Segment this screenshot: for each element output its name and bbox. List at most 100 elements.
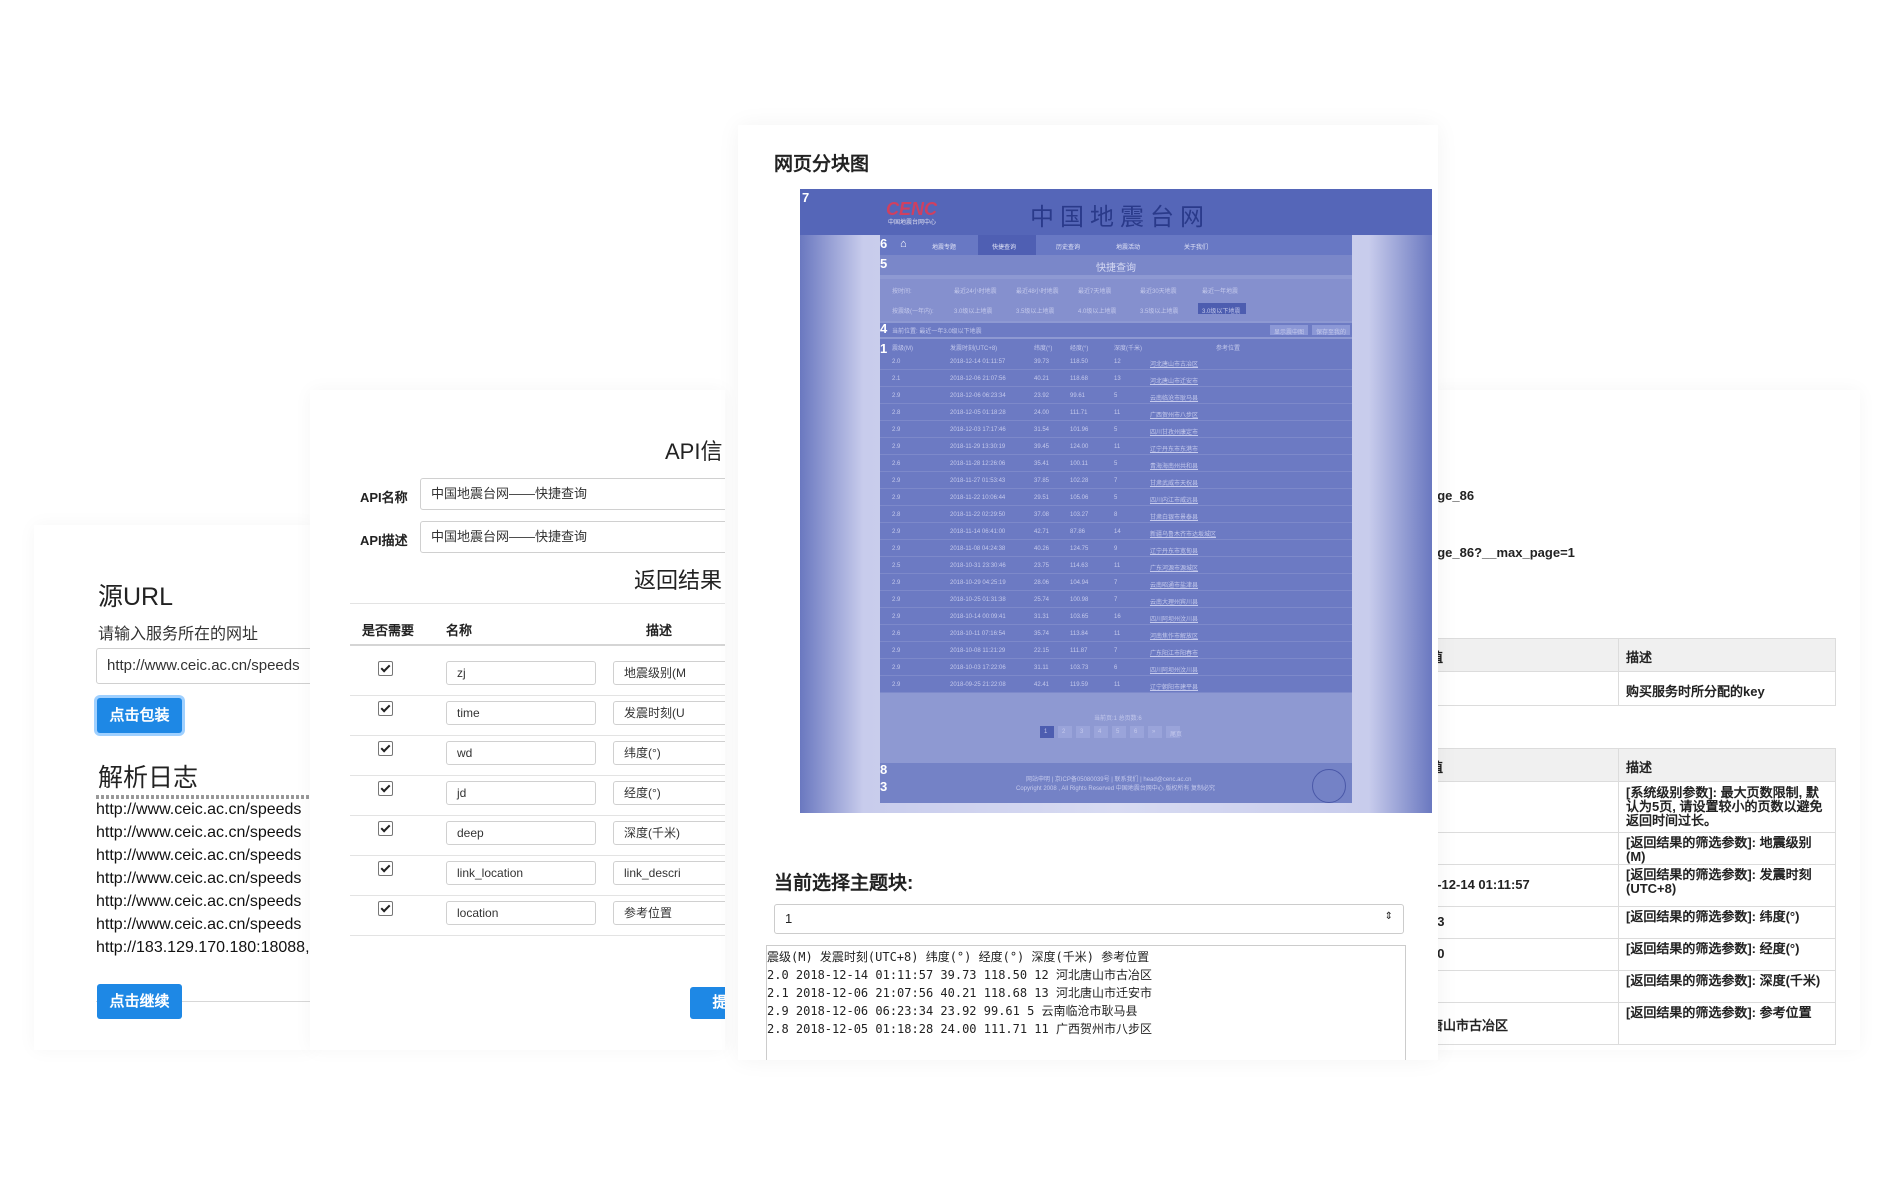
url-input[interactable]: http://www.ceic.ac.cn/speeds [96,648,314,684]
table-header-cell: 震级(M) [892,346,913,352]
table-row-divider [880,420,1352,421]
filter-link-mag[interactable]: 3.5级以上地震 [1016,306,1054,315]
filter-link-time[interactable]: 最近一年地震 [1202,286,1238,295]
nav-item[interactable]: 快捷查询 [992,242,1016,251]
field-desc-input[interactable]: 纬度(°) [613,741,725,765]
location-link[interactable]: 甘肃武威市天祝县 [1150,478,1198,487]
filter-link-mag[interactable]: 3.0级以下地震 [1202,306,1240,315]
location-link[interactable]: 四川内江市威远县 [1150,495,1198,504]
field-name-input[interactable]: link_location [446,861,596,885]
location-link[interactable]: 甘肃白银市景泰县 [1150,512,1198,521]
table-cell: 7 [1114,478,1118,484]
location-link[interactable]: 河北唐山市迁安市 [1150,376,1198,385]
field-name-input[interactable]: jd [446,781,596,805]
table-row-divider [880,692,1352,693]
filter-link-time[interactable]: 最近24小时地震 [954,286,997,295]
location-link[interactable]: 河南焦作市解放区 [1150,631,1198,640]
location-link[interactable]: 云南昭通市盐津县 [1150,580,1198,589]
nav-item[interactable]: 历史查询 [1056,242,1080,251]
divider [350,855,725,856]
location-link[interactable]: 辽宁丹东市宽甸县 [1150,546,1198,555]
location-link[interactable]: 云南临沧市耿马县 [1150,393,1198,402]
key-desc: 购买服务时所分配的key [1626,684,1765,699]
row-divider [1430,1002,1835,1003]
location-link[interactable]: 广东河源市源城区 [1150,563,1198,572]
continue-button[interactable]: 点击继续 [97,984,182,1019]
table-row-divider [880,624,1352,625]
table-cell: 2.9 [892,529,901,535]
location-link[interactable]: 四川阿坝州汶川县 [1150,665,1198,674]
block-select[interactable]: 1 ⇕ [774,904,1404,934]
output-textarea[interactable]: 震级(M) 发震时刻(UTC+8) 纬度(°) 经度(°) 深度(千米) 参考位… [766,945,1406,1060]
table-cell: 7 [1114,597,1118,603]
row-divider [1430,970,1835,971]
field-desc-input[interactable]: 地震级别(M [613,661,725,685]
location-link[interactable]: 辽宁丹东市东港市 [1150,444,1198,453]
location-link[interactable]: 四川阿坝州汶川县 [1150,614,1198,623]
submit-button[interactable]: 提 [690,987,725,1019]
api-info-panel: API信 API名称 中国地震台网——快捷查询 API描述 中国地震台网——快捷… [310,390,725,1050]
log-line: http://183.129.170.180:18088, [96,939,310,956]
table-cell: 124.00 [1070,444,1089,450]
need-checkbox[interactable] [378,901,393,916]
table-header-cell: 经度(°) [1070,346,1089,352]
table-cell: 39.73 [1034,359,1050,365]
wrap-button[interactable]: 点击包装 [97,698,182,733]
table-cell: 6 [1114,665,1118,671]
home-icon[interactable]: ⌂ [900,238,907,250]
need-checkbox[interactable] [378,861,393,876]
need-checkbox[interactable] [378,701,393,716]
filter-link-time[interactable]: 最近30天地震 [1140,286,1177,295]
location-link[interactable]: 四川甘孜州康定市 [1150,427,1198,436]
filter-link-mag[interactable]: 4.0级以上地震 [1078,306,1116,315]
field-desc-input[interactable]: link_descri [613,861,725,885]
location-link[interactable]: 广西贺州市八步区 [1150,410,1198,419]
filter-link-mag[interactable]: 3.5级以上地震 [1140,306,1178,315]
nav-item[interactable]: 地震活动 [1116,242,1140,251]
location-link[interactable]: 辽宁朝阳市建平县 [1150,682,1198,691]
table-row-divider [880,437,1352,438]
table-cell: 13 [1114,376,1121,382]
location-link[interactable]: 云南大理州宾川县 [1150,597,1198,606]
field-name-input[interactable]: time [446,701,596,725]
field-name-input[interactable]: wd [446,741,596,765]
location-link[interactable]: 广东阳江市阳春市 [1150,648,1198,657]
location-link[interactable]: 青海海南州共和县 [1150,461,1198,470]
field-name-input[interactable]: deep [446,821,596,845]
table-cell: 31.31 [1034,614,1050,620]
api-desc-input[interactable]: 中国地震台网——快捷查询 [420,521,725,553]
filter-link-time[interactable]: 最近7天地震 [1078,286,1111,295]
table-cell: 2018-10-25 01:31:38 [950,597,1006,603]
table-cell: 2.5 [892,563,901,569]
block-screenshot[interactable]: CENC 中国地震台网中心 中国地震台网 ⌂ 快捷查询 按时间: 按震级(一年内… [800,189,1432,813]
table-cell: 28.06 [1034,580,1050,586]
field-desc-input[interactable]: 深度(千米) [613,821,725,845]
page-label: 尾页 [1170,732,1183,738]
location-link[interactable]: 河北唐山市古冶区 [1150,359,1198,368]
api-name-input[interactable]: 中国地震台网——快捷查询 [420,478,725,510]
location-link[interactable]: 新疆乌鲁木齐市达坂城区 [1150,529,1216,538]
table-cell: 2018-09-25 21:22:08 [950,682,1006,688]
field-name-input[interactable]: location [446,901,596,925]
param-table-1: 值 描述 购买服务时所分配的key [1430,638,1836,706]
filter-link-mag[interactable]: 3.0级以上地震 [954,306,992,315]
field-name-input[interactable]: zj [446,661,596,685]
field-desc-input[interactable]: 发震时刻(U [613,701,725,725]
nav-item[interactable]: 地震专题 [932,242,956,251]
nav-item[interactable]: 关于我们 [1184,242,1208,251]
col-divider [1618,749,1619,1044]
url-fragment-2: age_86?__max_page=1 [1430,545,1575,560]
table-row-divider [880,556,1352,557]
need-checkbox[interactable] [378,781,393,796]
need-checkbox[interactable] [378,821,393,836]
field-desc-input[interactable]: 参考位置 [613,901,725,925]
need-checkbox[interactable] [378,661,393,676]
log-line: http://www.ceic.ac.cn/speeds [96,893,302,910]
need-checkbox[interactable] [378,741,393,756]
table-cell: 2018-11-08 04:24:38 [950,546,1006,552]
divider [350,935,725,936]
filter-link-time[interactable]: 最近48小时地震 [1016,286,1059,295]
table-cell: 99.61 [1070,393,1086,399]
field-desc-input[interactable]: 经度(°) [613,781,725,805]
table-cell: 2.0 [892,359,901,365]
